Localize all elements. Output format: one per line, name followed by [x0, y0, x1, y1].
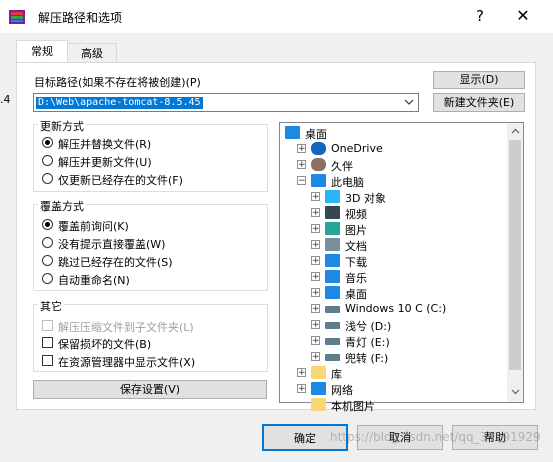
overwrite-mode-title: 覆盖方式: [38, 198, 86, 214]
tree-item-label[interactable]: 库: [331, 366, 342, 382]
checkbox-label[interactable]: 保留损坏的文件(B): [58, 336, 151, 352]
tree-item-label[interactable]: 桌面: [345, 286, 367, 302]
scroll-up-arrow-icon[interactable]: [511, 128, 520, 134]
documents-icon: [325, 238, 340, 251]
user-icon: [311, 158, 326, 171]
tree-item-label[interactable]: Windows 10 C (C:): [345, 302, 446, 315]
tree-expander[interactable]: +: [311, 352, 320, 362]
radio-label[interactable]: 解压并更新文件(U): [58, 154, 152, 170]
tree-item-label[interactable]: 此电脑: [331, 174, 364, 190]
download-icon: [325, 254, 340, 267]
tree-item-label[interactable]: 网络: [331, 382, 353, 398]
tree-item-label[interactable]: 桌面: [305, 126, 327, 142]
save-settings-button[interactable]: 保存设置(V): [33, 380, 267, 399]
tree-expander[interactable]: +: [311, 304, 320, 314]
scroll-down-arrow-icon[interactable]: [511, 389, 520, 395]
radio-skip-existing[interactable]: [42, 255, 53, 266]
tree-expander[interactable]: −: [297, 176, 306, 186]
desktop-icon: [325, 286, 340, 299]
drive-icon: [325, 338, 340, 345]
computer-icon: [311, 174, 326, 187]
radio-ask-before-overwrite[interactable]: [42, 219, 53, 230]
update-mode-title: 更新方式: [38, 118, 86, 134]
cloud-icon: [311, 142, 326, 155]
destination-label: 目标路径(如果不存在将被创建)(P): [34, 76, 201, 89]
window-title: 解压路径和选项: [38, 11, 123, 25]
destination-path-value[interactable]: D:\Web\apache-tomcat-8.5.45: [36, 97, 203, 109]
radio-label[interactable]: 仅更新已经存在的文件(F): [58, 172, 183, 188]
tree-item-label[interactable]: 图片: [345, 222, 367, 238]
new-folder-button[interactable]: 新建文件夹(E): [433, 93, 525, 112]
radio-label[interactable]: 跳过已经存在的文件(S): [58, 254, 173, 270]
tree-item-label[interactable]: 3D 对象: [345, 190, 386, 206]
folder-icon: [311, 398, 326, 411]
pictures-icon: [325, 222, 340, 235]
tree-item-label[interactable]: 兜转 (F:): [345, 350, 388, 366]
background-window-edge-right: [547, 33, 553, 462]
network-icon: [311, 382, 326, 395]
tree-item-label[interactable]: 浅兮 (D:): [345, 318, 391, 334]
tree-expander[interactable]: +: [311, 192, 320, 202]
checkbox-label[interactable]: 在资源管理器中显示文件(X): [58, 354, 195, 370]
winrar-app-icon: [9, 10, 25, 24]
checkbox-keep-broken-files[interactable]: [42, 337, 53, 348]
radio-extract-update[interactable]: [42, 155, 53, 166]
radio-label[interactable]: 覆盖前询问(K): [58, 218, 129, 234]
tree-item-label[interactable]: 文档: [345, 238, 367, 254]
tree-expander[interactable]: +: [297, 160, 306, 170]
drive-icon: [325, 322, 340, 329]
music-icon: [325, 270, 340, 283]
tree-expander[interactable]: +: [311, 256, 320, 266]
desktop-icon: [285, 126, 300, 139]
tree-item-label[interactable]: 久伴: [331, 158, 353, 174]
tree-item-label[interactable]: 青灯 (E:): [345, 334, 390, 350]
radio-extract-replace[interactable]: [42, 137, 53, 148]
tree-expander[interactable]: +: [311, 336, 320, 346]
radio-label[interactable]: 自动重命名(N): [58, 272, 130, 288]
radio-auto-rename[interactable]: [42, 273, 53, 284]
tree-expander[interactable]: +: [297, 384, 306, 394]
radio-update-existing[interactable]: [42, 173, 53, 184]
tree-item-label[interactable]: 视频: [345, 206, 367, 222]
close-button[interactable]: ✕: [508, 6, 538, 26]
checkbox-show-in-explorer[interactable]: [42, 355, 53, 366]
tree-expander[interactable]: +: [311, 272, 320, 282]
tree-expander[interactable]: +: [311, 224, 320, 234]
checkbox-label: 解压压缩文件到子文件夹(L): [58, 321, 194, 334]
radio-overwrite-without-prompt[interactable]: [42, 237, 53, 248]
tree-expander[interactable]: +: [311, 320, 320, 330]
tree-expander[interactable]: +: [297, 144, 306, 154]
radio-label[interactable]: 没有提示直接覆盖(W): [58, 236, 165, 252]
chevron-down-icon[interactable]: [404, 99, 414, 106]
drive-icon: [325, 306, 340, 313]
tree-expander[interactable]: +: [297, 368, 306, 378]
tab-general[interactable]: 常规: [16, 40, 68, 62]
tab-advanced[interactable]: 高级: [67, 43, 117, 63]
checkbox-extract-to-subfolders[interactable]: [42, 320, 53, 331]
watermark-text: https://blog.csdn.net/qq_39291929: [330, 430, 541, 444]
radio-label[interactable]: 解压并替换文件(R): [58, 136, 151, 152]
tree-expander[interactable]: +: [311, 288, 320, 298]
tree-item-label[interactable]: 下载: [345, 254, 367, 270]
misc-title: 其它: [38, 298, 64, 314]
background-text-fragment: .4: [0, 93, 11, 106]
tree-item-label[interactable]: OneDrive: [331, 142, 383, 155]
tree-expander[interactable]: +: [311, 208, 320, 218]
tree-item-label[interactable]: 音乐: [345, 270, 367, 286]
3d-objects-icon: [325, 190, 340, 203]
tree-expander[interactable]: +: [311, 240, 320, 250]
drive-icon: [325, 354, 340, 361]
library-icon: [311, 366, 326, 379]
tree-item-label[interactable]: 本机图片: [331, 398, 375, 414]
tree-scroll-thumb[interactable]: [509, 140, 521, 370]
show-button[interactable]: 显示(D): [433, 71, 525, 89]
video-icon: [325, 206, 340, 219]
help-title-button[interactable]: ?: [470, 6, 490, 26]
